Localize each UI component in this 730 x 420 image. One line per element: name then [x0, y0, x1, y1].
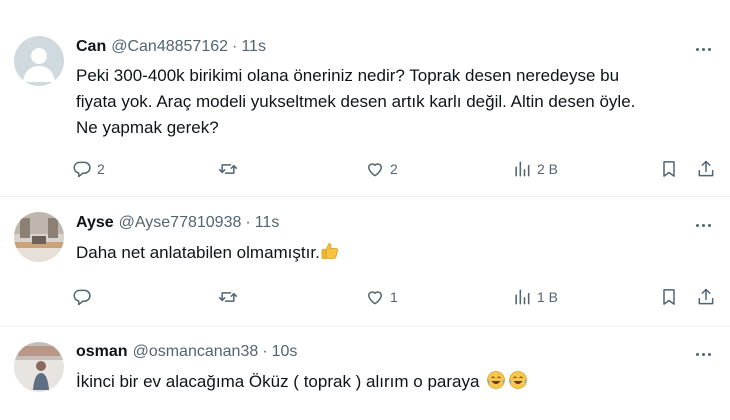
views-button[interactable]: 1 B [512, 285, 558, 309]
retweet-button[interactable] [218, 285, 243, 309]
more-options-icon[interactable] [692, 346, 714, 362]
tweet-text: Daha net anlatabilen olmamıştır. [76, 240, 712, 266]
more-options-icon[interactable] [692, 217, 714, 233]
default-avatar-icon[interactable] [14, 36, 64, 86]
user-handle[interactable]: @Ayse77810938 [119, 214, 242, 232]
bookmark-button[interactable] [659, 285, 679, 309]
heart-icon [368, 163, 382, 177]
display-name[interactable]: Ayse [76, 214, 114, 232]
reply-icon [73, 161, 91, 178]
views-button[interactable]: 2 B [512, 157, 558, 181]
retweet-icon [218, 164, 238, 174]
person-photo-avatar[interactable] [14, 342, 64, 392]
separator: · [262, 343, 268, 360]
tweet-header: osman @osmancanan38 · 10s [76, 343, 297, 361]
reply-icon [73, 289, 91, 306]
display-name[interactable]: Can [76, 38, 106, 56]
tears-of-joy-emoji [487, 371, 506, 389]
tweet-header: Ayse @Ayse77810938 · 11s [76, 214, 279, 232]
share-icon [698, 160, 714, 177]
user-handle[interactable]: @Can48857162 [111, 38, 228, 56]
display-name[interactable]: osman [76, 343, 128, 361]
heart-icon [368, 291, 382, 305]
tweet-text-content: Daha net anlatabilen olmamıştır. [76, 243, 320, 262]
tweet-text: İkinci bir ev alacağıma Öküz ( toprak ) … [76, 369, 712, 395]
user-handle[interactable]: @osmancanan38 [133, 343, 259, 361]
separator: · [245, 214, 251, 231]
tweet-text-line: Peki 300-400k birikimi olana öneriniz ne… [76, 66, 620, 85]
like-button[interactable]: 2 [365, 157, 398, 181]
reply-button[interactable]: 2 [72, 157, 105, 181]
more-options-icon[interactable] [692, 41, 714, 57]
tweet-text: Peki 300-400k birikimi olana öneriniz ne… [76, 63, 712, 141]
thumbs-up-emoji [321, 243, 338, 259]
tweet[interactable]: Can @Can48857162 · 11s Peki 300-400k bir… [0, 0, 730, 197]
share-button[interactable] [696, 157, 716, 181]
tweet-text-line: Ne yapmak gerek? [76, 118, 219, 137]
bookmark-button[interactable] [659, 157, 679, 181]
share-icon [698, 288, 714, 305]
tweet-header: Can @Can48857162 · 11s [76, 38, 266, 56]
views-count: 1 B [537, 289, 559, 305]
views-count: 2 B [537, 161, 559, 177]
bookmark-icon [663, 161, 675, 177]
retweet-button[interactable] [218, 157, 243, 181]
like-count: 2 [390, 161, 398, 177]
reply-feed: Can @Can48857162 · 11s Peki 300-400k bir… [0, 0, 730, 420]
like-count: 1 [390, 289, 398, 305]
share-button[interactable] [696, 285, 716, 309]
views-chart-icon [515, 161, 530, 177]
tears-of-joy-emoji [509, 371, 528, 389]
like-button[interactable]: 1 [365, 285, 398, 309]
reply-count: 2 [97, 161, 105, 177]
room-photo-avatar[interactable] [14, 212, 64, 262]
timestamp[interactable]: 11s [241, 38, 266, 56]
views-chart-icon [515, 289, 530, 305]
action-bar: 2 2 2 B [72, 157, 720, 181]
timestamp[interactable]: 11s [255, 214, 280, 232]
tweet-text-line: fiyata yok. Araç modeli yukseltmek desen… [76, 92, 636, 111]
bookmark-icon [663, 289, 675, 305]
separator: · [232, 38, 238, 55]
reply-button[interactable] [72, 285, 97, 309]
tweet[interactable]: osman @osmancanan38 · 10s İkinci bir ev … [0, 327, 730, 420]
tweet[interactable]: Ayse @Ayse77810938 · 11s Daha net anlata… [0, 197, 730, 327]
timestamp[interactable]: 10s [272, 343, 298, 361]
action-bar: 1 1 B [72, 285, 720, 309]
retweet-icon [218, 292, 238, 302]
tweet-text-content: İkinci bir ev alacağıma Öküz ( toprak ) … [76, 372, 480, 391]
